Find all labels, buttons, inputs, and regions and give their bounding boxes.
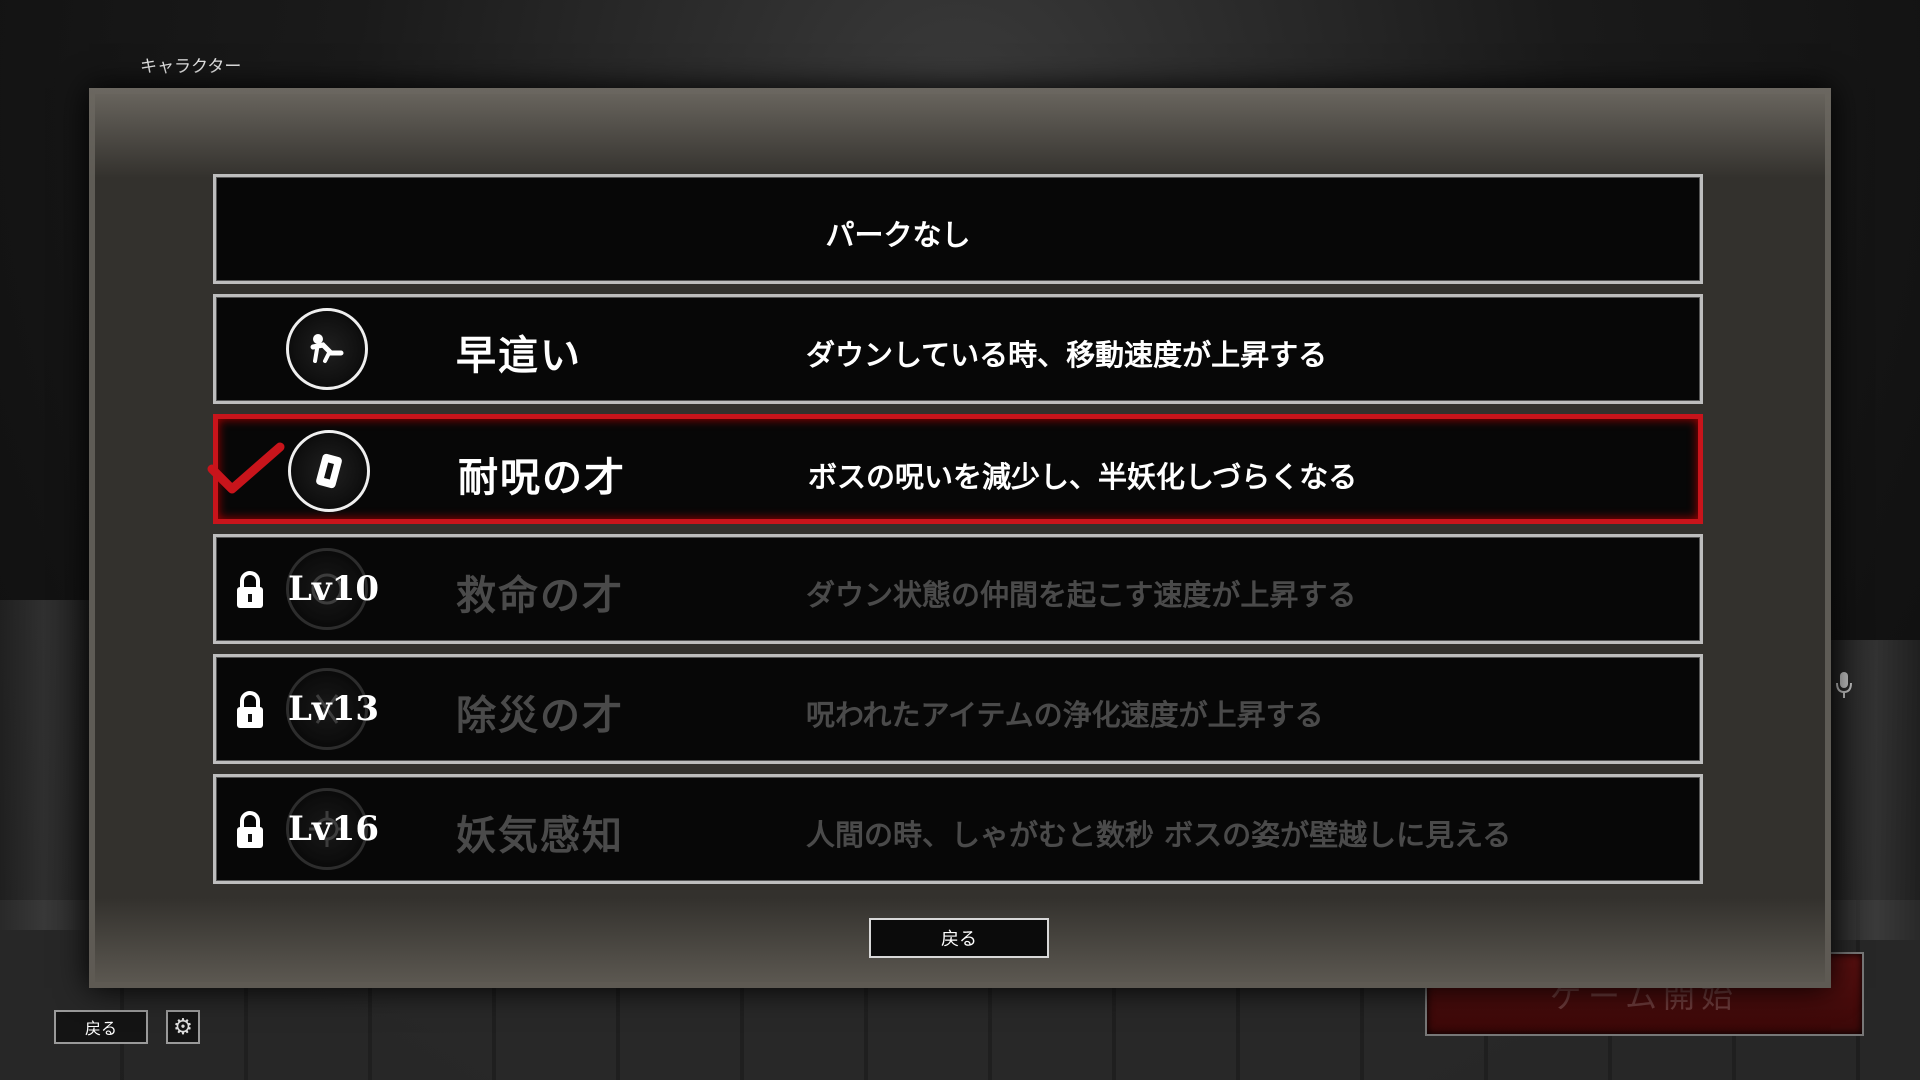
dialog-back-button[interactable]: 戻る — [869, 918, 1049, 958]
perk-description: ボスの呪いを減少し、半妖化しづらくなる — [808, 460, 1358, 494]
lock-icon — [237, 811, 263, 848]
perk-name: 救命の才 — [456, 572, 624, 619]
talisman-icon — [288, 430, 370, 512]
perk-row-sense[interactable]: Lv16 妖気感知 人間の時、しゃがむと数秒 ボスの姿が壁越しに見える — [213, 774, 1703, 884]
required-level: Lv10 — [288, 569, 379, 609]
perk-description: パークなし — [825, 218, 971, 252]
settings-button[interactable]: ⚙ — [166, 1010, 200, 1044]
perk-select-dialog: パークなし 早這い ダウンしている時、移動速度が上昇する 耐呪の才 ボスの呪いを… — [89, 88, 1831, 988]
background-pillar-left — [0, 600, 90, 930]
checkmark-icon — [207, 442, 285, 494]
crawling-figure-icon — [286, 308, 368, 390]
lock-icon — [237, 571, 263, 608]
required-level: Lv16 — [288, 809, 379, 849]
perk-row-purify[interactable]: Lv13 除災の才 呪われたアイテムの浄化速度が上昇する — [213, 654, 1703, 764]
perk-name: 早這い — [456, 332, 582, 379]
lock-icon — [237, 691, 263, 728]
perk-name: 耐呪の才 — [458, 454, 626, 501]
perk-description: 呪われたアイテムの浄化速度が上昇する — [806, 698, 1324, 732]
bottom-back-button[interactable]: 戻る — [54, 1010, 148, 1044]
microphone-icon — [1834, 670, 1854, 700]
perk-row-fast-crawl[interactable]: 早這い ダウンしている時、移動速度が上昇する — [213, 294, 1703, 404]
gear-icon: ⚙ — [173, 1014, 193, 1040]
perk-name: 除災の才 — [456, 692, 624, 739]
perk-name: 妖気感知 — [456, 812, 624, 859]
perk-row-curse-resist[interactable]: 耐呪の才 ボスの呪いを減少し、半妖化しづらくなる — [207, 414, 1703, 524]
perk-row-none[interactable]: パークなし — [213, 174, 1703, 284]
screen-title: キャラクター — [140, 57, 242, 77]
perk-description: ダウン状態の仲間を起こす速度が上昇する — [806, 578, 1357, 612]
required-level: Lv13 — [288, 689, 379, 729]
perk-list: パークなし 早這い ダウンしている時、移動速度が上昇する 耐呪の才 ボスの呪いを… — [207, 174, 1703, 894]
perk-description: ダウンしている時、移動速度が上昇する — [806, 338, 1328, 372]
perk-row-rescue[interactable]: Lv10 救命の才 ダウン状態の仲間を起こす速度が上昇する — [213, 534, 1703, 644]
perk-description: 人間の時、しゃがむと数秒 ボスの姿が壁越しに見える — [806, 818, 1512, 852]
